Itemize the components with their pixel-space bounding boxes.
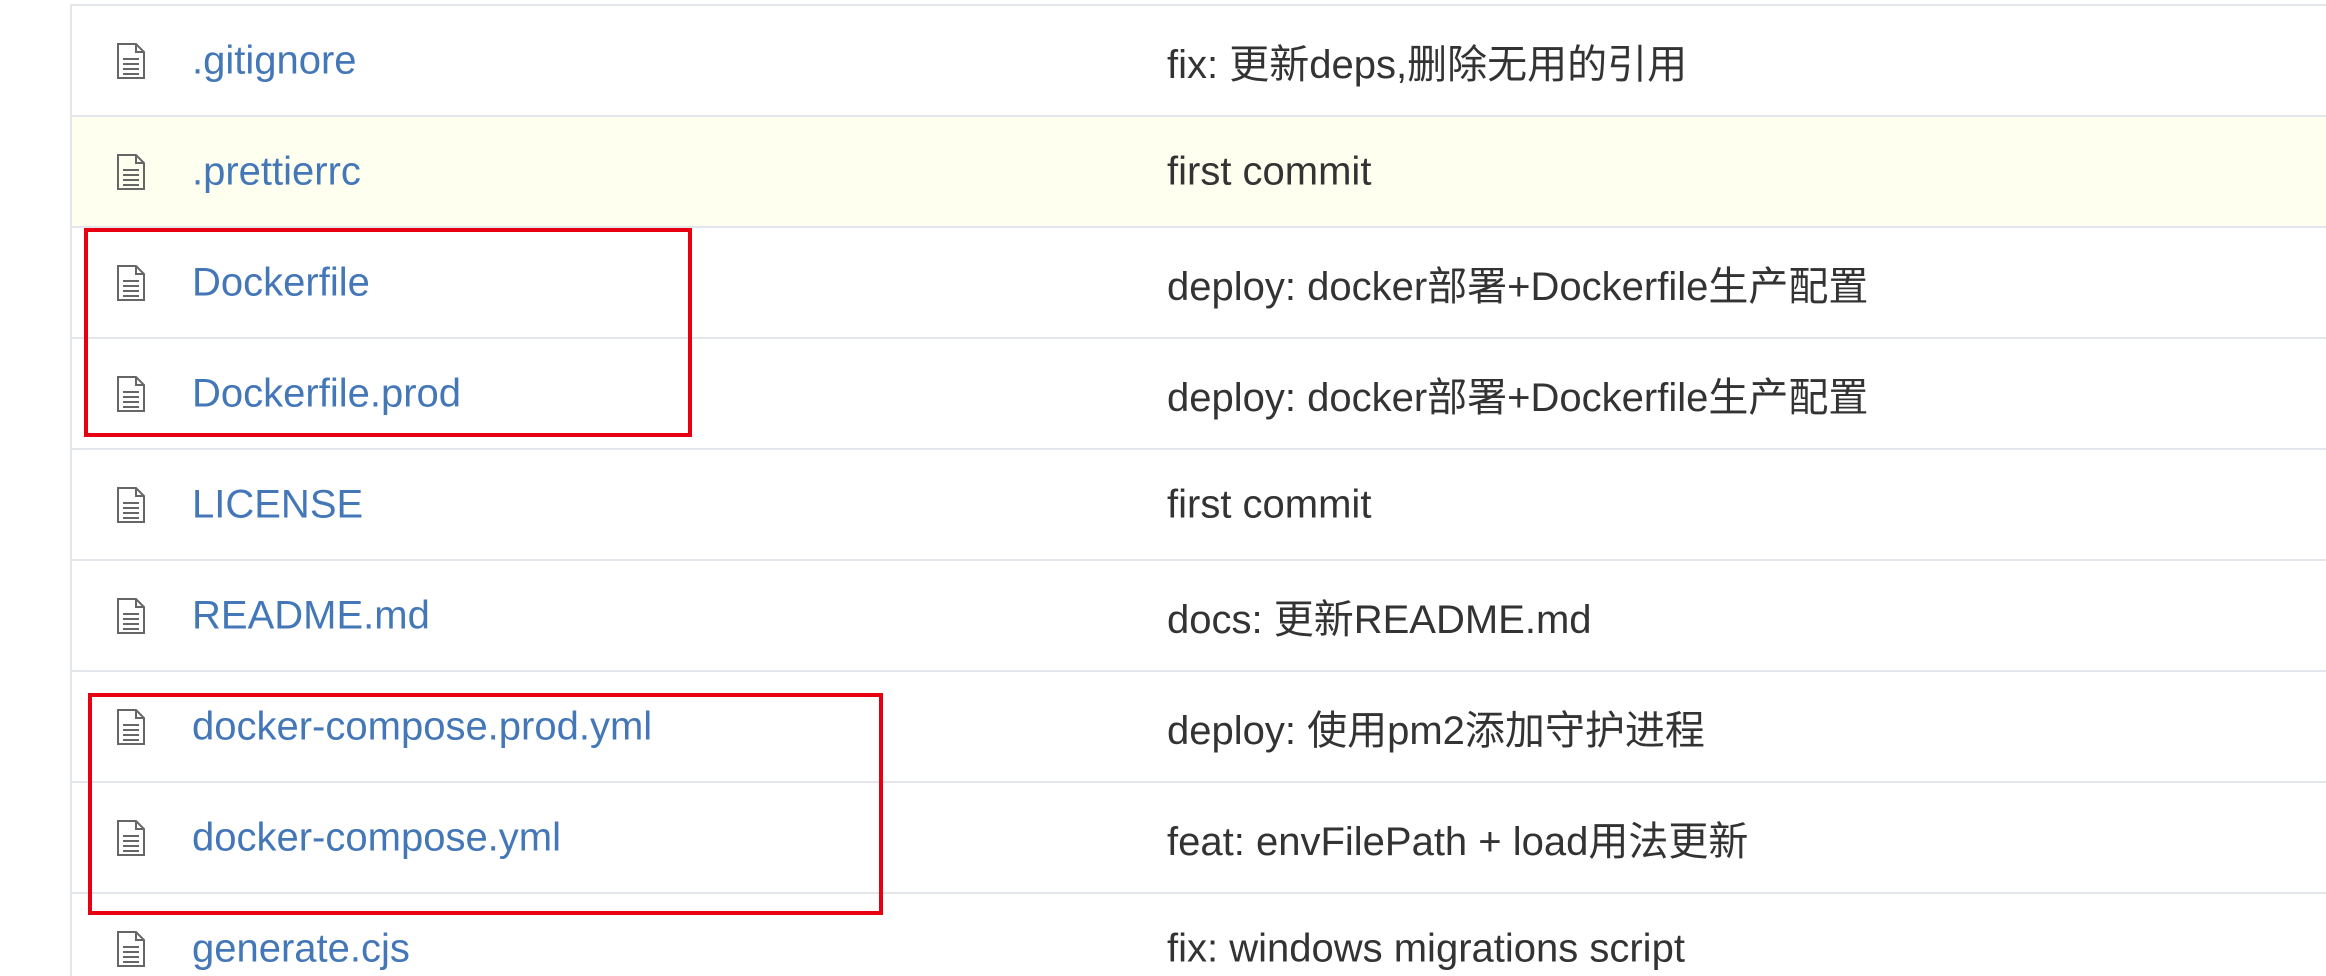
file-link-readme[interactable]: README.md [192,593,430,638]
file-table: .gitignore fix: 更新deps,删除无用的引用 .prettier… [70,4,2326,976]
file-icon [116,42,146,80]
commit-message: docs: 更新README.md [1167,597,1592,642]
file-link-license[interactable]: LICENSE [192,482,363,527]
file-icon [116,264,146,302]
file-link-prettierrc[interactable]: .prettierrc [192,149,361,194]
file-link-docker-compose-prod[interactable]: docker-compose.prod.yml [192,704,652,749]
file-icon [116,486,146,524]
file-icon [116,708,146,746]
file-link-docker-compose[interactable]: docker-compose.yml [192,815,561,860]
table-row[interactable]: Dockerfile deploy: docker部署+Dockerfile生产… [72,228,2326,339]
file-icon [116,153,146,191]
commit-message: deploy: docker部署+Dockerfile生产配置 [1167,264,1869,309]
table-row[interactable]: .prettierrc first commit [72,117,2326,228]
commit-message: feat: envFilePath + load用法更新 [1167,819,1749,864]
commit-message: fix: windows migrations script [1167,926,1685,970]
commit-message: first commit [1167,482,1372,526]
file-icon [116,819,146,857]
table-row[interactable]: Dockerfile.prod deploy: docker部署+Dockerf… [72,339,2326,450]
file-link-gitignore[interactable]: .gitignore [192,38,357,83]
left-gutter [0,0,70,976]
table-row[interactable]: LICENSE first commit [72,450,2326,561]
file-icon [116,375,146,413]
table-row[interactable]: docker-compose.prod.yml deploy: 使用pm2添加守… [72,672,2326,783]
table-row[interactable]: docker-compose.yml feat: envFilePath + l… [72,783,2326,894]
file-icon [116,597,146,635]
file-list-page: .gitignore fix: 更新deps,删除无用的引用 .prettier… [0,0,2326,976]
table-row[interactable]: generate.cjs fix: windows migrations scr… [72,894,2326,976]
commit-message: deploy: docker部署+Dockerfile生产配置 [1167,375,1869,420]
file-link-generate-cjs[interactable]: generate.cjs [192,926,410,971]
file-link-dockerfile-prod[interactable]: Dockerfile.prod [192,371,461,416]
commit-message: first commit [1167,149,1372,193]
table-row[interactable]: README.md docs: 更新README.md [72,561,2326,672]
commit-message: fix: 更新deps,删除无用的引用 [1167,42,1688,87]
commit-message: deploy: 使用pm2添加守护进程 [1167,708,1705,753]
table-row[interactable]: .gitignore fix: 更新deps,删除无用的引用 [72,6,2326,117]
file-link-dockerfile[interactable]: Dockerfile [192,260,370,305]
file-icon [116,930,146,968]
